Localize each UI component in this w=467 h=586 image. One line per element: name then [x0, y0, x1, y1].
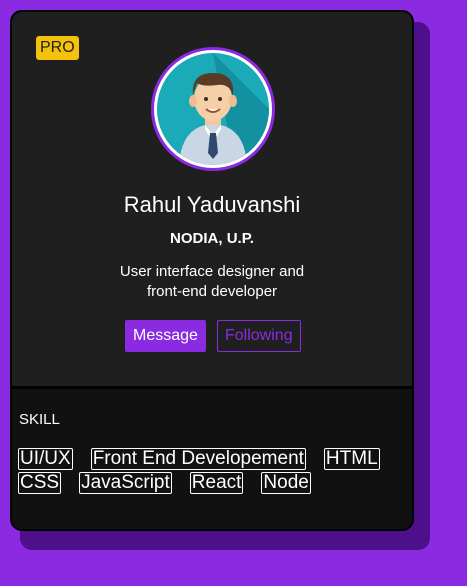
profile-location: NODIA, U.P. [170, 230, 254, 247]
male-user-avatar-icon [157, 53, 269, 165]
skill-tag-html: HTML [323, 448, 380, 470]
skill-tag-front-end: Front End Developement [90, 448, 306, 470]
skills-list: UI/UX Front End Developement HTML CSS Ja… [18, 448, 406, 496]
message-button[interactable]: Message [125, 320, 206, 352]
avatar [151, 47, 275, 171]
skill-tag-javascript: JavaScript [79, 472, 172, 494]
pro-badge: PRO [36, 36, 79, 60]
skill-tag-css: CSS [18, 472, 62, 494]
skills-row: CSS JavaScript React Node [18, 472, 406, 494]
profile-name: Rahul Yaduvanshi [123, 192, 301, 217]
skills-title: SKILL [19, 411, 60, 428]
skill-tag-node: Node [261, 472, 311, 494]
following-button[interactable]: Following [217, 320, 301, 352]
profile-card: PRO Rahul Yaduvanshi NODIA, U.P. User in… [10, 10, 414, 531]
profile-bio: User interface designer and front-end de… [119, 263, 305, 300]
skills-section: SKILL UI/UX Front End Developement HTML … [12, 386, 412, 529]
skill-tag-uiux: UI/UX [18, 448, 73, 470]
skills-row: UI/UX Front End Developement HTML [18, 448, 406, 470]
skill-tag-react: React [189, 472, 244, 494]
